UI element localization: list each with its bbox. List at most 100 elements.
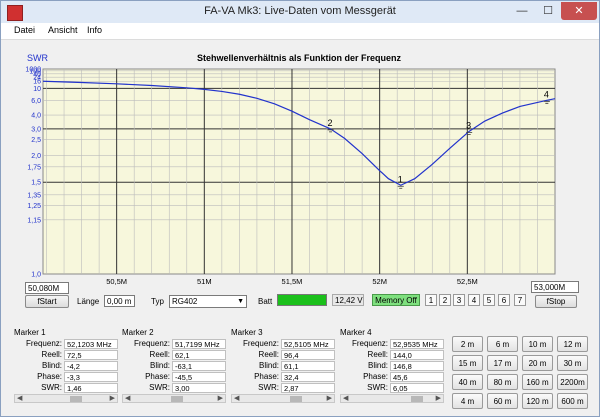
phase-label: Phase: [363,372,388,381]
marker-panel-3: Marker 3 Frequenz: 52,5105 MHz Reell: 96,4… [231,328,335,403]
close-button[interactable]: ✕ [561,2,597,20]
marker-title: Marker 2 [122,328,154,337]
span-button[interactable]: 40 m [452,374,483,390]
imag-value: 146,8 [390,361,444,371]
scroll-right-icon[interactable]: ▶ [110,394,115,402]
marker-label: 2 [328,118,333,128]
y-tick-label: 16 [33,79,41,86]
imag-value: -4,2 [64,361,118,371]
fstart-input[interactable]: 50,080M [25,282,69,294]
span-button[interactable]: 160 m [522,374,553,390]
span-button[interactable]: 120 m [522,393,553,409]
menu-info[interactable]: Info [87,25,102,35]
real-label: Reell: [367,350,388,359]
scroll-thumb[interactable] [171,396,183,402]
minimize-button[interactable]: — [509,2,535,20]
freq-label: Frequenz: [25,339,62,348]
imag-label: Blind: [367,361,388,370]
scroll-left-icon[interactable]: ◀ [234,394,239,402]
swr-value: 3,00 [172,383,226,393]
marker-label: 1 [398,174,403,184]
battery-label: Batt [258,297,273,306]
y-tick-label: 2,0 [31,153,41,160]
battery-gauge [277,294,327,306]
scroll-left-icon[interactable]: ◀ [343,394,348,402]
freq-label: Frequenz: [242,339,279,348]
y-tick-label: 1,25 [27,203,41,210]
x-tick-label: 51M [197,277,212,286]
memory-slot-1[interactable]: 1 [425,294,437,306]
fstart-button[interactable]: fStart [25,295,69,308]
chevron-down-icon: ▼ [237,298,244,305]
marker-label: 4 [544,89,549,99]
span-button[interactable]: 17 m [487,355,518,371]
swr-label: SWR: [41,383,62,392]
scroll-thumb[interactable] [411,396,423,402]
span-button[interactable]: 30 m [557,355,588,371]
fstop-button[interactable]: fStop [535,295,577,308]
span-button[interactable]: 4 m [452,393,483,409]
imag-label: Blind: [41,361,62,370]
scroll-right-icon[interactable]: ▶ [327,394,332,402]
phase-value: -45,5 [172,372,226,382]
imag-label: Blind: [149,361,170,370]
memory-slot-3[interactable]: 3 [453,294,465,306]
marker-scrollbar[interactable]: ◀ ▶ [14,394,118,403]
x-tick-label: 51,5M [282,277,303,286]
x-tick-label: 50,5M [106,277,127,286]
app-window: FA-VA Mk3: Live-Daten vom Messgerät — ☐ … [0,0,600,417]
phase-value: 32,4 [281,372,335,382]
span-button[interactable]: 60 m [487,393,518,409]
swr-value: 1,46 [64,383,118,393]
span-button[interactable]: 600 m [557,393,588,409]
cable-type-select[interactable]: RG402 ▼ [169,295,247,308]
y-tick-label: 6,0 [31,98,41,105]
y-tick-label: 10 [33,86,41,93]
scroll-right-icon[interactable]: ▶ [436,394,441,402]
span-button[interactable]: 6 m [487,336,518,352]
memory-off-button[interactable]: Memory Off [372,294,420,306]
span-button[interactable]: 10 m [522,336,553,352]
maximize-button[interactable]: ☐ [535,2,561,20]
menu-bar: Datei Ansicht Info [1,23,599,40]
memory-slot-5[interactable]: 5 [483,294,495,306]
menu-ansicht[interactable]: Ansicht [48,25,78,35]
y-tick-label: 1,75 [27,164,41,171]
fstop-input[interactable]: 53,000M [531,281,579,293]
scroll-left-icon[interactable]: ◀ [17,394,22,402]
swr-value: 6,05 [390,383,444,393]
phase-label: Phase: [145,372,170,381]
real-label: Reell: [149,350,170,359]
real-value: 96,4 [281,350,335,360]
marker-scrollbar[interactable]: ◀ ▶ [122,394,226,403]
phase-value: -3,3 [64,372,118,382]
memory-slot-4[interactable]: 4 [468,294,480,306]
menu-datei[interactable]: Datei [14,25,35,35]
span-button[interactable]: 80 m [487,374,518,390]
span-button[interactable]: 15 m [452,355,483,371]
length-input[interactable]: 0,00 m [104,295,135,307]
span-button[interactable]: 2200m [557,374,588,390]
span-button[interactable]: 12 m [557,336,588,352]
scroll-left-icon[interactable]: ◀ [125,394,130,402]
scroll-thumb[interactable] [290,396,302,402]
marker-panel-2: Marker 2 Frequenz: 51,7199 MHz Reell: 62,1… [122,328,226,403]
memory-slot-6[interactable]: 6 [498,294,510,306]
type-label: Typ [151,297,164,306]
memory-slot-2[interactable]: 2 [439,294,451,306]
y-tick-label: 1,15 [27,217,41,224]
marker-scrollbar[interactable]: ◀ ▶ [340,394,444,403]
span-button[interactable]: 2 m [452,336,483,352]
marker-title: Marker 3 [231,328,263,337]
span-button[interactable]: 20 m [522,355,553,371]
cable-type-value: RG402 [172,297,198,306]
swr-chart-svg: Stehwellenverhältnis als Funktion der Fr… [25,53,556,286]
marker-scrollbar[interactable]: ◀ ▶ [231,394,335,403]
scroll-thumb[interactable] [70,396,82,402]
y-tick-label: 1,35 [27,192,41,199]
swr-value: 2,87 [281,383,335,393]
battery-level-fill [278,295,326,305]
scroll-right-icon[interactable]: ▶ [218,394,223,402]
memory-slot-7[interactable]: 7 [514,294,526,306]
marker-title: Marker 1 [14,328,46,337]
